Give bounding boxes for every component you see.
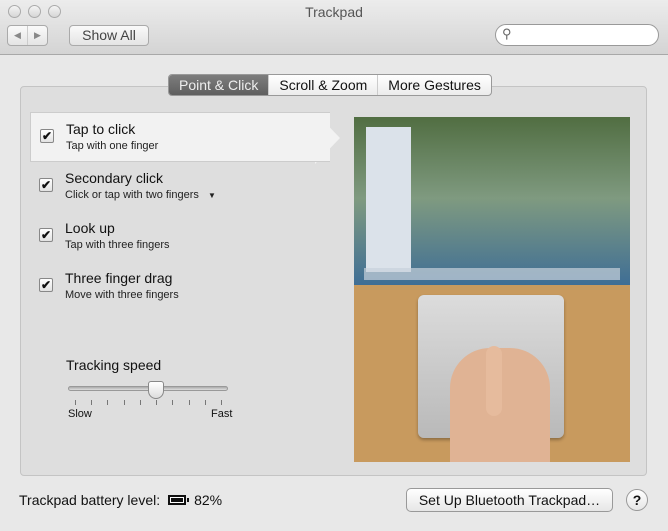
slider-thumb[interactable] bbox=[148, 381, 165, 399]
checkbox[interactable]: ✔ bbox=[39, 278, 53, 292]
option-description[interactable]: Click or tap with two fingers ▼ bbox=[65, 189, 216, 201]
slider-tick bbox=[221, 400, 222, 405]
gesture-preview-video bbox=[354, 112, 630, 462]
tracking-speed-label: Tracking speed bbox=[66, 357, 162, 373]
option-description: Tap with one finger bbox=[66, 140, 159, 152]
slider-ticks bbox=[75, 400, 222, 405]
option-look-up[interactable]: ✔ Look up Tap with three fingers bbox=[30, 212, 330, 262]
slider-tick bbox=[156, 400, 158, 405]
slider-tick bbox=[139, 400, 141, 405]
titlebar: Trackpad ◀ ▶ Show All ⚲ bbox=[0, 0, 668, 55]
preview-screen bbox=[354, 112, 630, 285]
forward-icon[interactable]: ▶ bbox=[28, 26, 47, 45]
battery-value: 82% bbox=[194, 492, 223, 508]
option-secondary-click[interactable]: ✔ Secondary click Click or tap with two … bbox=[30, 162, 330, 212]
slider-tick bbox=[91, 400, 93, 405]
tab-scroll-zoom[interactable]: Scroll & Zoom bbox=[269, 75, 379, 95]
back-icon[interactable]: ◀ bbox=[8, 26, 28, 45]
secondary-click-popup[interactable]: Click or tap with two fingers bbox=[65, 189, 199, 201]
window-title: Trackpad bbox=[305, 4, 363, 20]
option-label: Three finger drag bbox=[65, 270, 173, 286]
option-description: Move with three fingers bbox=[65, 289, 179, 301]
battery-icon bbox=[168, 495, 190, 505]
tab-bar: Point & Click Scroll & Zoom More Gesture… bbox=[168, 74, 492, 96]
search-icon: ⚲ bbox=[502, 26, 512, 41]
option-tap-to-click[interactable]: ✔ Tap to click Tap with one finger bbox=[30, 112, 330, 162]
finger-image bbox=[486, 346, 502, 416]
slider-tick bbox=[204, 400, 206, 405]
slider-tick bbox=[172, 400, 174, 405]
tab-point-click[interactable]: Point & Click bbox=[169, 75, 270, 95]
checkbox[interactable]: ✔ bbox=[39, 178, 53, 192]
slider-tick bbox=[107, 400, 109, 405]
slow-label: Slow bbox=[68, 408, 92, 420]
option-label: Secondary click bbox=[65, 170, 164, 186]
option-description: Tap with three fingers bbox=[65, 239, 170, 251]
show-all-button[interactable]: Show All bbox=[69, 25, 149, 46]
option-label: Look up bbox=[65, 220, 115, 236]
search-input[interactable]: ⚲ bbox=[495, 24, 659, 46]
slider-tick bbox=[75, 400, 76, 405]
battery-status: Trackpad battery level: 82% bbox=[19, 492, 222, 508]
option-three-finger-drag[interactable]: ✔ Three finger drag Move with three fing… bbox=[30, 262, 330, 312]
slider-tick bbox=[188, 400, 190, 405]
checkbox[interactable]: ✔ bbox=[39, 228, 53, 242]
help-button[interactable]: ? bbox=[626, 489, 648, 511]
fast-label: Fast bbox=[211, 408, 233, 420]
setup-bluetooth-trackpad-button[interactable]: Set Up Bluetooth Trackpad… bbox=[406, 488, 613, 512]
chevron-down-icon[interactable]: ▼ bbox=[208, 191, 216, 200]
battery-label: Trackpad battery level: bbox=[19, 492, 161, 508]
checkbox[interactable]: ✔ bbox=[40, 129, 54, 143]
tab-more-gestures[interactable]: More Gestures bbox=[378, 75, 491, 95]
slider-tick bbox=[123, 400, 125, 405]
back-forward-control: ◀ ▶ bbox=[7, 25, 48, 46]
option-label: Tap to click bbox=[66, 121, 136, 137]
